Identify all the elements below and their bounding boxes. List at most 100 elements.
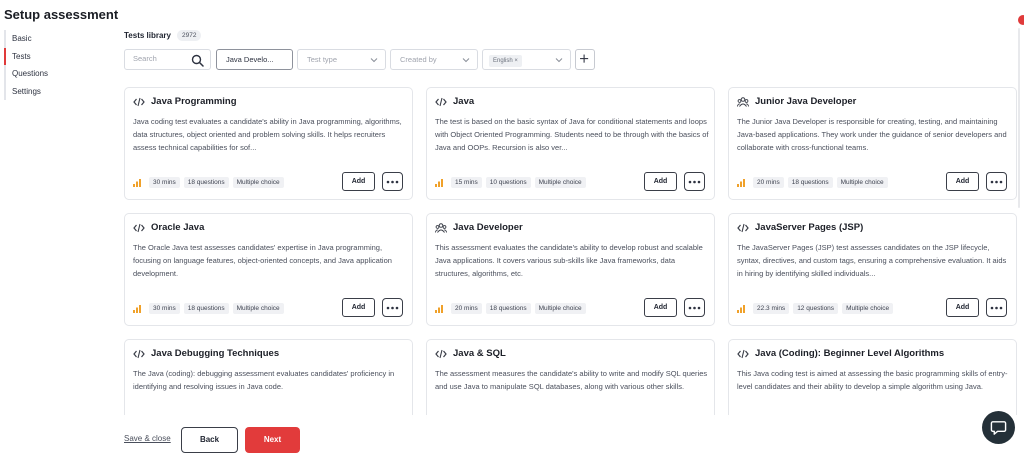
card-meta: 20 mins 18 questions Multiple choice	[435, 303, 586, 314]
more-options-button[interactable]	[986, 298, 1007, 317]
card-header: Java & SQL	[435, 348, 506, 359]
created-by-placeholder: Created by	[400, 55, 437, 64]
card-description: The JavaServer Pages (JSP) test assesses…	[737, 243, 1007, 278]
more-options-button[interactable]	[684, 172, 705, 191]
tests-library-header: Tests library 2972	[124, 30, 202, 41]
card-title: Junior Java Developer	[755, 96, 857, 107]
more-dots-icon	[688, 180, 701, 183]
chevron-down-icon	[462, 58, 470, 63]
type-tag: Multiple choice	[232, 177, 284, 188]
more-dots-icon	[386, 306, 399, 309]
more-dots-icon	[386, 180, 399, 183]
card-header: Java (Coding): Beginner Level Algorithms	[737, 348, 944, 359]
code-icon	[133, 97, 145, 106]
card-title: Java (Coding): Beginner Level Algorithms	[755, 348, 945, 359]
more-options-button[interactable]	[382, 172, 403, 191]
test-card[interactable]: Java Programming Java coding test evalua…	[124, 87, 413, 200]
card-description: This assessment evaluates the candidate'…	[435, 243, 703, 278]
language-select[interactable]: English ×	[482, 49, 571, 70]
sidebar-item-tests[interactable]: Tests	[4, 47, 74, 65]
duration-tag: 20 mins	[451, 303, 482, 314]
search-field[interactable]	[124, 49, 211, 70]
test-type-placeholder: Test type	[307, 55, 338, 64]
card-title: Java & SQL	[453, 348, 506, 359]
card-header: Oracle Java	[133, 222, 204, 233]
card-description: Java coding test evaluates a candidate's…	[133, 117, 402, 152]
more-dots-icon	[688, 306, 701, 309]
more-options-button[interactable]	[986, 172, 1007, 191]
chevron-down-icon	[370, 58, 378, 63]
more-options-button[interactable]	[684, 298, 705, 317]
questions-tag: 18 questions	[485, 303, 531, 314]
search-input[interactable]	[133, 54, 188, 63]
job-role-select[interactable]: Java Develo...	[216, 49, 293, 70]
type-tag: Multiple choice	[232, 303, 284, 314]
card-header: Java Developer	[435, 222, 523, 233]
card-header: JavaServer Pages (JSP)	[737, 222, 863, 233]
sidebar-nav: Basic Tests Questions Settings	[4, 30, 74, 100]
difficulty-bars-icon	[133, 179, 141, 187]
card-meta: 15 mins 10 questions Multiple choice	[435, 177, 586, 188]
card-header: Java	[435, 96, 474, 107]
card-meta: 20 mins 18 questions Multiple choice	[737, 177, 888, 188]
test-card[interactable]: JavaServer Pages (JSP) The JavaServer Pa…	[728, 213, 1017, 326]
difficulty-bars-icon	[435, 305, 443, 313]
sidebar-item-basic[interactable]: Basic	[4, 30, 74, 48]
questions-tag: 18 questions	[183, 303, 229, 314]
chat-support-button[interactable]	[982, 411, 1015, 444]
add-test-button[interactable]: Add	[946, 298, 979, 317]
sidebar-item-settings[interactable]: Settings	[4, 82, 74, 100]
questions-tag: 12 questions	[793, 303, 839, 314]
code-icon	[737, 223, 749, 232]
more-options-button[interactable]	[382, 298, 403, 317]
card-meta: 22.3 mins 12 questions Multiple choice	[737, 303, 894, 314]
scrollbar[interactable]	[1018, 28, 1020, 208]
save-and-close-link[interactable]: Save & close	[124, 434, 171, 443]
questions-tag: 10 questions	[485, 177, 531, 188]
add-test-button[interactable]: Add	[644, 172, 677, 191]
add-filter-button[interactable]	[575, 49, 595, 70]
next-button[interactable]: Next	[245, 427, 300, 453]
language-chip[interactable]: English ×	[489, 55, 522, 67]
add-test-button[interactable]: Add	[644, 298, 677, 317]
page-title: Setup assessment	[4, 7, 119, 22]
card-header: Junior Java Developer	[737, 96, 856, 107]
duration-tag: 20 mins	[753, 177, 784, 188]
card-description: The assessment measures the candidate's …	[435, 369, 708, 391]
card-meta: 30 mins 18 questions Multiple choice	[133, 303, 284, 314]
difficulty-bars-icon	[435, 179, 443, 187]
job-role-value: Java Develo...	[226, 55, 274, 64]
code-icon	[435, 97, 447, 106]
people-icon	[737, 96, 749, 107]
chevron-down-icon	[555, 58, 563, 63]
test-card[interactable]: Java Developer This assessment evaluates…	[426, 213, 715, 326]
card-title: JavaServer Pages (JSP)	[755, 222, 864, 233]
test-type-select[interactable]: Test type	[297, 49, 386, 70]
test-card[interactable]: Junior Java Developer The Junior Java De…	[728, 87, 1017, 200]
card-meta: 30 mins 18 questions Multiple choice	[133, 177, 284, 188]
tests-library-title: Tests library	[124, 31, 171, 40]
type-tag: Multiple choice	[836, 177, 888, 188]
created-by-select[interactable]: Created by	[390, 49, 478, 70]
card-title: Java Debugging Techniques	[151, 348, 280, 359]
tests-count-badge: 2972	[176, 30, 202, 41]
card-title: Java	[453, 96, 475, 107]
card-title: Java Programming	[151, 96, 237, 107]
more-dots-icon	[990, 306, 1003, 309]
test-card[interactable]: Java The test is based on the basic synt…	[426, 87, 715, 200]
back-button[interactable]: Back	[181, 427, 238, 453]
test-card[interactable]: Oracle Java The Oracle Java test assesse…	[124, 213, 413, 326]
card-title: Oracle Java	[151, 222, 205, 233]
sidebar-item-questions[interactable]: Questions	[4, 65, 74, 83]
footer-bar: Save & close Back Next	[0, 415, 1024, 457]
code-icon	[133, 223, 145, 232]
difficulty-bars-icon	[133, 305, 141, 313]
search-icon[interactable]	[191, 54, 204, 67]
add-test-button[interactable]: Add	[946, 172, 979, 191]
code-icon	[133, 349, 145, 358]
questions-tag: 18 questions	[787, 177, 833, 188]
notification-dot[interactable]	[1018, 15, 1024, 25]
card-header: Java Programming	[133, 96, 237, 107]
add-test-button[interactable]: Add	[342, 172, 375, 191]
add-test-button[interactable]: Add	[342, 298, 375, 317]
